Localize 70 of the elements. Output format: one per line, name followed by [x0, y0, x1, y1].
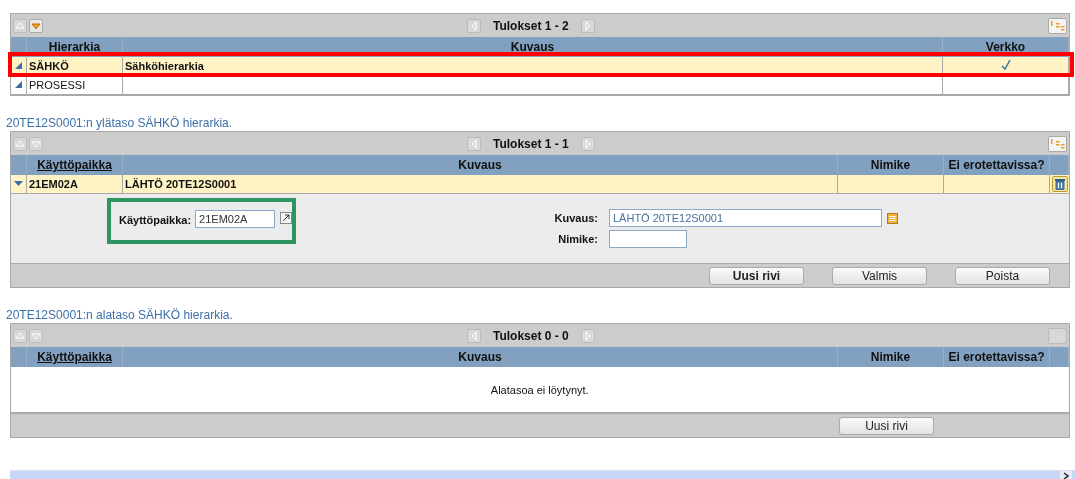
- table-cell: SÄHKÖ: [29, 60, 69, 72]
- column-header[interactable]: Käyttöpaikka: [26, 155, 123, 175]
- form-button[interactable]: Poista: [955, 266, 1050, 285]
- numbering-button[interactable]: [1048, 327, 1067, 344]
- field-label: Nimike:: [557, 233, 598, 245]
- column-header: Nimike: [837, 347, 944, 367]
- expand-arrow-icon[interactable]: [14, 179, 23, 188]
- up-arrow-icon: [15, 20, 25, 31]
- left-arrow-icon: [469, 21, 479, 31]
- trash-button[interactable]: [1052, 176, 1068, 192]
- table-cell: 21EM02A: [29, 178, 78, 190]
- right-chevron-icon: [1062, 471, 1070, 479]
- diagonal-arrow-icon: [282, 214, 291, 222]
- field-label: Kuvaus:: [553, 212, 598, 224]
- form-button[interactable]: Valmis: [832, 266, 927, 285]
- input-field[interactable]: [609, 230, 687, 248]
- section-caption: 20TE12S0001:n alataso SÄHKÖ hierarkia.: [6, 308, 234, 322]
- notes-icon[interactable]: [887, 212, 898, 224]
- up-arrow-icon: [15, 330, 25, 341]
- table-cell: Sähköhierarkia: [125, 60, 204, 72]
- column-header: Ei erotettavissa?: [943, 347, 1050, 367]
- column-header: Kuvaus: [122, 155, 838, 175]
- right-arrow-icon: [582, 331, 593, 341]
- numbers-icon: [1049, 19, 1066, 32]
- up-arrow-icon: [15, 138, 25, 149]
- results-count: Tulokset 1 - 1: [493, 137, 569, 151]
- horizontal-scrollbar[interactable]: [10, 470, 1075, 479]
- section-caption: 20TE12S0001:n ylätaso SÄHKÖ hierarkia.: [6, 116, 234, 130]
- move-down-button[interactable]: [29, 136, 43, 151]
- input-field[interactable]: 21EM02A: [195, 210, 276, 228]
- empty-message: Alatasoa ei löytynyt.: [490, 383, 589, 396]
- expand-arrow-icon[interactable]: [14, 61, 23, 70]
- move-up-button[interactable]: [13, 328, 27, 343]
- previous-page-button[interactable]: [467, 19, 481, 33]
- form-button[interactable]: Uusi rivi: [709, 266, 804, 285]
- column-header[interactable]: Käyttöpaikka: [26, 347, 123, 367]
- down-arrow-icon: [31, 138, 41, 149]
- table-cell: PROSESSI: [29, 79, 86, 91]
- column-header: Ei erotettavissa?: [943, 155, 1050, 175]
- expand-arrow-icon[interactable]: [14, 80, 23, 89]
- next-page-button[interactable]: [580, 329, 595, 343]
- field-label: Käyttöpaikka:: [119, 214, 193, 226]
- move-down-button[interactable]: [29, 18, 43, 33]
- results-count: Tulokset 0 - 0: [493, 329, 569, 343]
- previous-page-button[interactable]: [467, 137, 481, 151]
- input-field[interactable]: LÄHTÖ 20TE12S0001: [609, 209, 882, 227]
- move-down-button[interactable]: [29, 328, 43, 343]
- right-arrow-icon: [582, 21, 593, 31]
- numbering-button[interactable]: [1048, 17, 1067, 34]
- right-arrow-icon: [582, 139, 593, 149]
- next-page-button[interactable]: [580, 19, 595, 33]
- down-arrow-icon: [31, 20, 41, 31]
- previous-page-button[interactable]: [467, 329, 481, 343]
- column-header: Nimike: [837, 155, 944, 175]
- form-button[interactable]: Uusi rivi: [839, 416, 934, 435]
- scroll-right-button[interactable]: [1060, 471, 1072, 479]
- table-cell: LÄHTÖ 20TE12S0001: [125, 178, 237, 190]
- left-arrow-icon: [469, 139, 479, 149]
- lookup-button[interactable]: [280, 212, 292, 224]
- down-arrow-icon: [31, 330, 41, 341]
- results-count: Tulokset 1 - 2: [493, 19, 569, 33]
- numbering-button[interactable]: [1048, 135, 1067, 152]
- trash-icon: [1054, 178, 1066, 190]
- next-page-button[interactable]: [580, 137, 595, 151]
- move-up-button[interactable]: [13, 136, 27, 151]
- left-arrow-icon: [469, 331, 479, 341]
- numbers-icon: [1049, 329, 1066, 342]
- move-up-button[interactable]: [13, 18, 27, 33]
- column-header: Kuvaus: [122, 347, 838, 367]
- numbers-icon: [1049, 137, 1066, 150]
